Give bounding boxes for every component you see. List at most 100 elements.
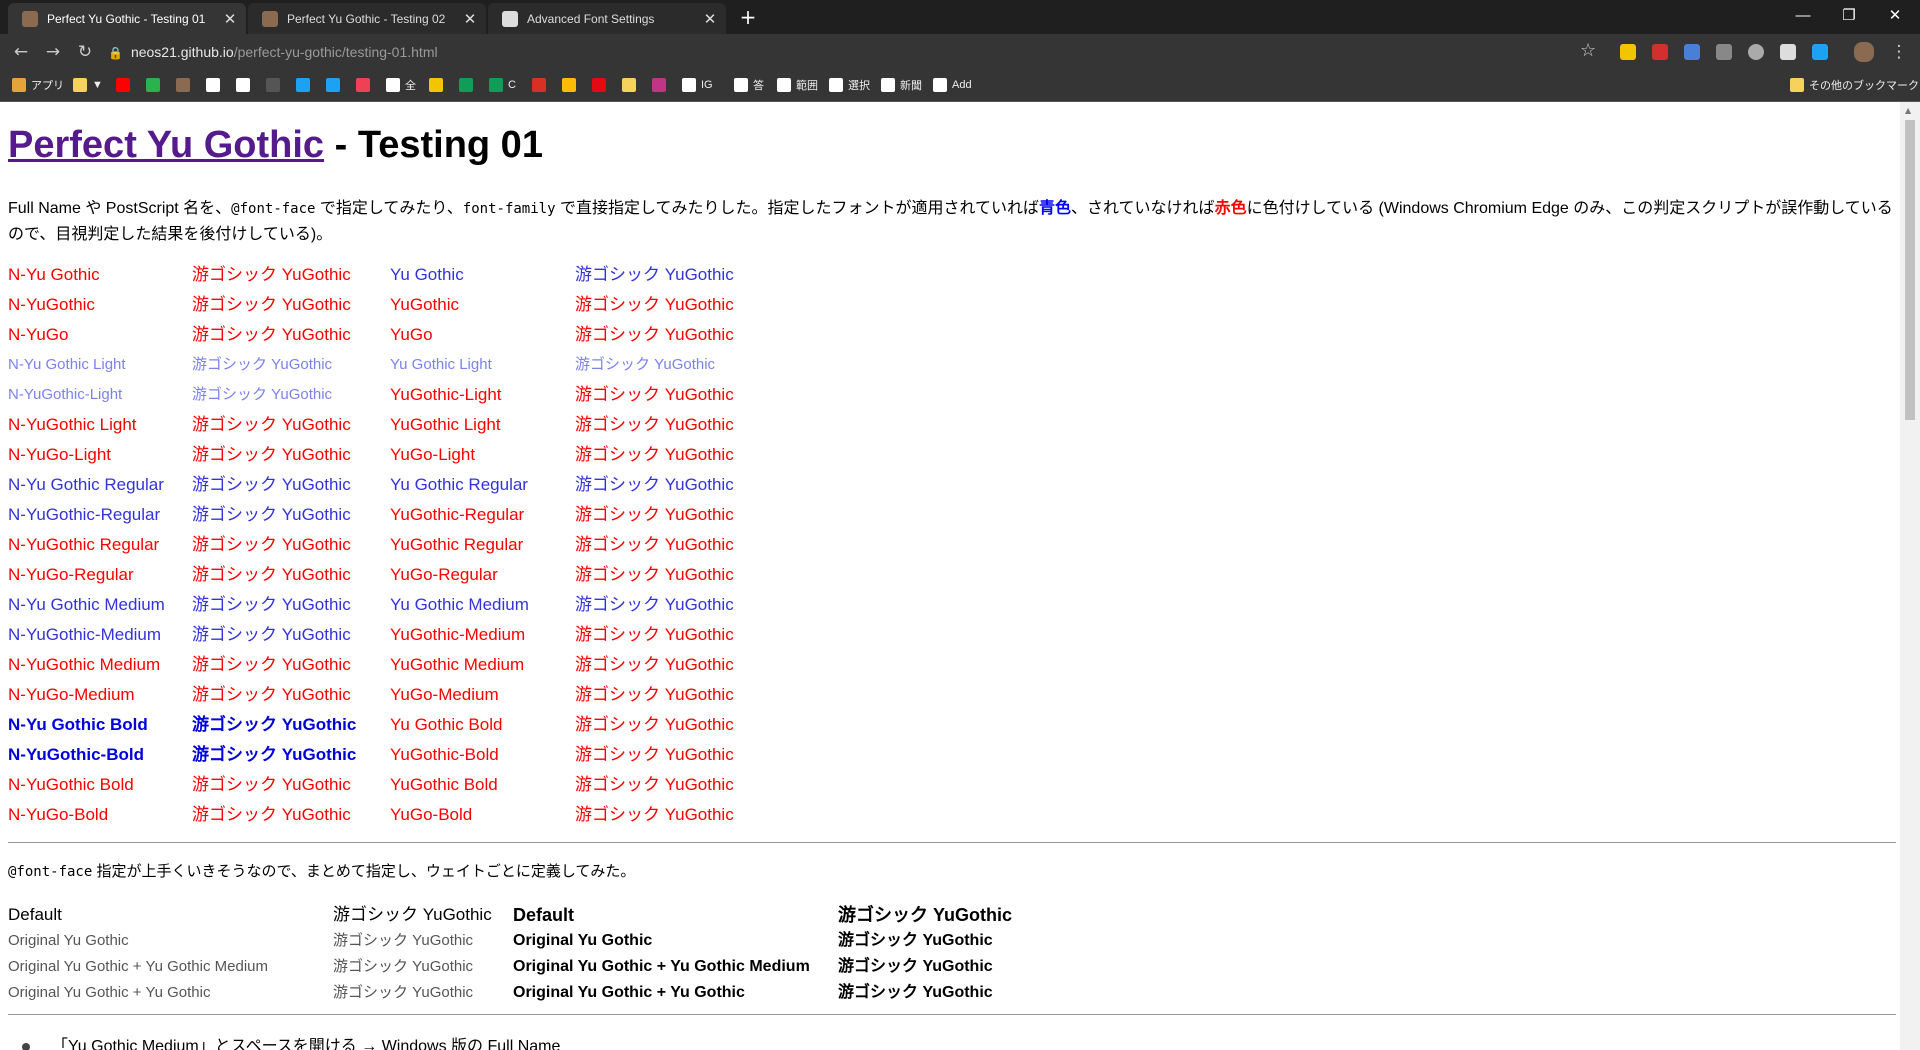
font-sample-cell: 游ゴシック YuGothic bbox=[192, 535, 351, 554]
font-sample-cell: YuGothic-Regular bbox=[390, 505, 525, 524]
back-button[interactable]: ← bbox=[10, 41, 32, 63]
font-sample-cell: Yu Gothic Regular bbox=[390, 475, 528, 494]
weight-sample-cell: Original Yu Gothic + Yu Gothic Medium bbox=[513, 958, 810, 975]
bookmark-star-icon[interactable]: ☆ bbox=[1580, 40, 1596, 61]
bookmark-item[interactable]: ▼ bbox=[73, 76, 103, 94]
bookmark-item[interactable] bbox=[562, 76, 581, 94]
bookmark-item[interactable] bbox=[266, 76, 285, 94]
font-sample-cell: 游ゴシック YuGothic bbox=[192, 745, 357, 764]
close-tab-icon[interactable]: ✕ bbox=[220, 10, 240, 28]
note-icon bbox=[429, 78, 443, 92]
bookmark-label: ▼ bbox=[92, 79, 103, 91]
code-font-family: font-family bbox=[462, 201, 556, 217]
vertical-scrollbar[interactable]: ▲ bbox=[1900, 102, 1920, 1050]
code-font-face: @font-face bbox=[231, 201, 316, 217]
bookmark-item[interactable] bbox=[236, 76, 255, 94]
bookmark-item[interactable]: C bbox=[489, 76, 516, 94]
list-item-text: 「Yu Gothic Medium」とスペースを開ける → Windows 版の… bbox=[52, 1038, 561, 1050]
title-link[interactable]: Perfect Yu Gothic bbox=[8, 124, 324, 166]
extension-icon[interactable] bbox=[1716, 44, 1732, 60]
bookmark-item[interactable] bbox=[326, 76, 345, 94]
font-sample-cell: 游ゴシック YuGothic bbox=[192, 595, 351, 614]
font-sample-cell: YuGothic bbox=[390, 295, 459, 314]
bookmark-item[interactable]: アプリ bbox=[12, 76, 64, 94]
intro-text: 、されていなければ bbox=[1071, 200, 1215, 217]
bookmark-item[interactable] bbox=[356, 76, 375, 94]
other-bookmarks-folder[interactable]: その他のブックマーク bbox=[1790, 76, 1919, 94]
forward-button[interactable]: → bbox=[42, 41, 64, 63]
reload-button[interactable]: ↻ bbox=[74, 41, 96, 63]
bookmark-item[interactable] bbox=[206, 76, 225, 94]
font-sample-cell: 游ゴシック YuGothic bbox=[575, 505, 734, 524]
extension-icon[interactable] bbox=[1620, 44, 1636, 60]
scrollbar-thumb[interactable] bbox=[1905, 120, 1915, 420]
font-sample-cell: 游ゴシック YuGothic bbox=[192, 356, 333, 373]
scroll-up-arrow-icon[interactable]: ▲ bbox=[1905, 106, 1911, 115]
folder-icon bbox=[1790, 78, 1804, 92]
folder-icon bbox=[622, 78, 636, 92]
bookmark-item[interactable]: 新聞 bbox=[881, 76, 922, 94]
close-tab-icon[interactable]: ✕ bbox=[460, 10, 480, 28]
bookmark-item[interactable]: 範囲 bbox=[777, 76, 818, 94]
tab-testing-02[interactable]: Perfect Yu Gothic - Testing 02 ✕ bbox=[248, 3, 486, 34]
tab-strip: Perfect Yu Gothic - Testing 01 ✕ Perfect… bbox=[0, 0, 1920, 34]
font-sample-cell: N-YuGothic-Light bbox=[8, 386, 123, 403]
font-sample-cell: N-YuGothic bbox=[8, 295, 95, 314]
close-window-button[interactable]: ✕ bbox=[1872, 2, 1918, 30]
extension-icon[interactable] bbox=[1748, 44, 1764, 60]
bookmark-item[interactable] bbox=[459, 76, 478, 94]
bookmark-item[interactable] bbox=[622, 76, 641, 94]
font-sample-cell: 游ゴシック YuGothic bbox=[192, 386, 333, 403]
bookmark-item[interactable] bbox=[532, 76, 551, 94]
gmail-icon bbox=[532, 78, 546, 92]
tab-advanced-font-settings[interactable]: Advanced Font Settings ✕ bbox=[488, 3, 726, 34]
extension-icon[interactable] bbox=[1652, 44, 1668, 60]
bookmark-item[interactable] bbox=[116, 76, 135, 94]
font-sample-cell: 游ゴシック YuGothic bbox=[192, 475, 351, 494]
font-sample-cell: N-Yu Gothic bbox=[8, 265, 100, 284]
bookmark-item[interactable]: 答 bbox=[734, 76, 764, 94]
restore-button[interactable]: ❐ bbox=[1826, 2, 1872, 30]
bookmarks-bar: アプリ ▼ 全 C IG 答 範囲 選択 新聞 Add その他のブックマーク bbox=[0, 70, 1920, 102]
font-sample-cell: 游ゴシック YuGothic bbox=[575, 805, 734, 824]
tab-testing-01[interactable]: Perfect Yu Gothic - Testing 01 ✕ bbox=[8, 3, 246, 34]
bookmark-item[interactable] bbox=[176, 76, 195, 94]
new-tab-button[interactable]: + bbox=[736, 6, 760, 30]
bookmark-item[interactable] bbox=[592, 76, 611, 94]
font-sample-cell: 游ゴシック YuGothic bbox=[575, 415, 734, 434]
extension-icon[interactable] bbox=[1780, 44, 1796, 60]
bookmark-item[interactable]: 全 bbox=[386, 76, 416, 94]
minimize-button[interactable]: — bbox=[1780, 2, 1826, 30]
address-bar[interactable]: 🔒 neos21.github.io/perfect-yu-gothic/test… bbox=[108, 39, 1578, 65]
avatar[interactable] bbox=[1854, 42, 1874, 62]
bookmark-item[interactable] bbox=[652, 76, 671, 94]
bookmark-label: C bbox=[508, 79, 516, 91]
bookmark-item[interactable]: 選択 bbox=[829, 76, 870, 94]
bookmark-item[interactable] bbox=[146, 76, 165, 94]
close-tab-icon[interactable]: ✕ bbox=[700, 10, 720, 28]
not-applied-color-word: 赤色 bbox=[1214, 200, 1247, 217]
weight-sample-cell: Default bbox=[8, 905, 62, 924]
font-sample-cell: N-YuGothic-Medium bbox=[8, 625, 162, 644]
tab-title: Perfect Yu Gothic - Testing 02 bbox=[287, 11, 446, 26]
twitter-icon bbox=[296, 78, 310, 92]
bookmark-item[interactable] bbox=[296, 76, 315, 94]
font-sample-cell: YuGo bbox=[390, 325, 433, 344]
page-title: Perfect Yu Gothic - Testing 01 bbox=[8, 124, 543, 167]
globe-icon bbox=[777, 78, 791, 92]
globe-icon bbox=[829, 78, 843, 92]
font-sample-cell: 游ゴシック YuGothic bbox=[192, 295, 351, 314]
font-sample-cell: N-Yu Gothic Bold bbox=[8, 715, 148, 734]
menu-icon[interactable]: ⋮ bbox=[1888, 41, 1910, 63]
globe-icon bbox=[933, 78, 947, 92]
bookmark-item[interactable]: Add bbox=[933, 76, 972, 94]
font-sample-cell: N-YuGo-Light bbox=[8, 445, 111, 464]
twitter-icon[interactable] bbox=[1812, 44, 1828, 60]
translate-icon[interactable] bbox=[1684, 44, 1700, 60]
globe-icon bbox=[386, 78, 400, 92]
bookmark-item[interactable]: IG bbox=[682, 76, 713, 94]
font-sample-cell: 游ゴシック YuGothic bbox=[575, 565, 734, 584]
bookmark-item[interactable] bbox=[429, 76, 448, 94]
divider bbox=[8, 842, 1896, 843]
font-settings-favicon-icon bbox=[502, 10, 518, 27]
